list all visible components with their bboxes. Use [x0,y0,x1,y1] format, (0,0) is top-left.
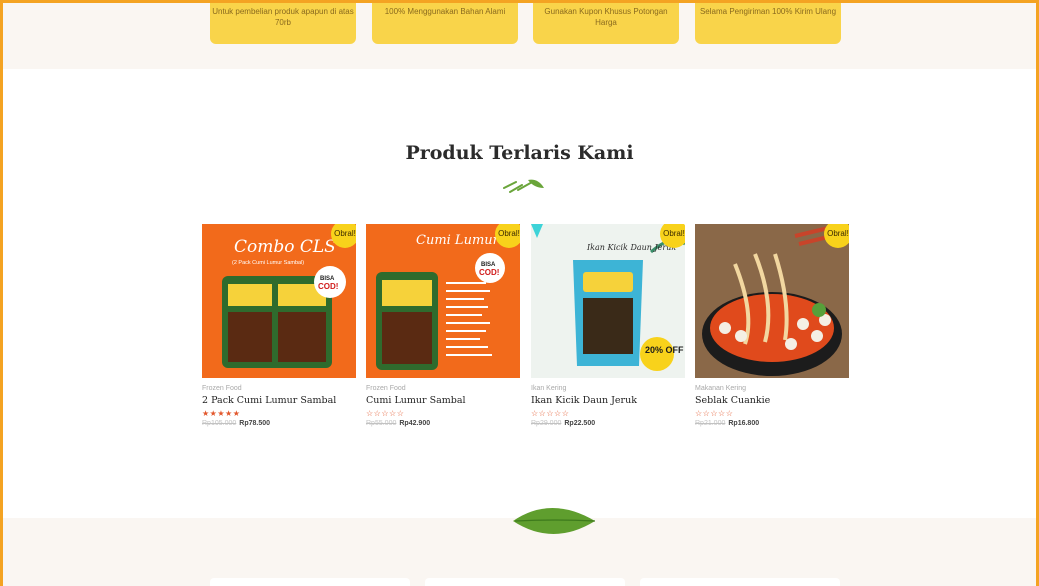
old-price: Rp55.000 [366,420,397,427]
product-photo: Combo CLS (2 Pack Cumi Lumur Sambal) BIS… [222,237,346,368]
svg-text:COD!: COD! [479,268,499,277]
product-rating-stars: ☆☆☆☆☆ [366,409,405,418]
old-price: Rp105.000 [202,420,237,427]
old-price: Rp21.000 [695,420,726,427]
product-category[interactable]: Frozen Food [202,385,356,392]
feature-box-free-shipping: Untuk pembelian produk apapun di atas 70… [210,3,356,44]
product-name[interactable]: Ikan Kicik Daun Jeruk [531,395,685,406]
old-price: Rp29.000 [531,420,562,427]
product-price: Rp29.000 Rp22.500 [531,420,685,427]
product-category[interactable]: Frozen Food [366,385,520,392]
sale-badge: Obral! [824,224,849,248]
features-band [3,3,1036,69]
product-photo: Cumi Lumur Sambal BISA COD! [376,233,520,370]
image-subline: (2 Pack Cumi Lumur Sambal) [232,260,304,266]
product-name[interactable]: 2 Pack Cumi Lumur Sambal [202,395,356,406]
sale-price: Rp78.500 [239,420,271,427]
product-rating-stars: ☆☆☆☆☆ [531,409,570,418]
product-card[interactable]: Combo CLS (2 Pack Cumi Lumur Sambal) BIS… [202,224,356,427]
feature-box-guarantee: Selama Pengiriman 100% Kirim Ulang [695,3,841,44]
section-title: Produk Terlaris Kami [405,142,634,164]
product-price: Rp105.000 Rp78.500 [202,420,356,427]
sale-badge: Obral! [660,224,685,248]
product-price: Rp21.000 Rp16.800 [695,420,849,427]
product-name[interactable]: Cumi Lumur Sambal [366,395,520,406]
testimonial-card [210,578,410,586]
feature-box-natural: 100% Menggunakan Bahan Alami [372,3,518,44]
feature-text: Untuk pembelian produk apapun di atas 70… [212,7,354,27]
product-image[interactable]: Cumi Lumur Sambal BISA COD! Obral! [366,224,520,378]
product-image[interactable]: Ikan Kicik Daun Jeruk 20% OFF Obral! [531,224,685,378]
feature-box-coupon: Gunakan Kupon Khusus Potongan Harga [533,3,679,44]
svg-text:COD!: COD! [318,282,338,291]
sale-badge: Obral! [331,224,356,248]
feature-text: 100% Menggunakan Bahan Alami [384,7,506,16]
product-photo [695,224,849,378]
testimonial-card [640,578,840,586]
sale-badge: Obral! [495,224,520,248]
product-category[interactable]: Ikan Kering [531,385,685,392]
product-price: Rp55.000 Rp42.900 [366,420,520,427]
image-headline: Combo CLS [234,237,336,257]
feature-text: Gunakan Kupon Khusus Potongan Harga [544,7,668,27]
leaf-divider-icon [503,179,544,193]
basil-leaf-icon [513,508,596,534]
product-rating-stars: ★★★★★ [202,409,241,418]
testimonial-card [425,578,625,586]
product-rating-stars: ☆☆☆☆☆ [695,409,734,418]
product-category[interactable]: Makanan Kering [695,385,849,392]
sale-price: Rp16.800 [728,420,760,427]
product-card[interactable]: Obral! Makanan Kering Seblak Cuankie ☆☆☆… [695,224,849,427]
product-image[interactable]: Combo CLS (2 Pack Cumi Lumur Sambal) BIS… [202,224,356,378]
sale-price: Rp42.900 [399,420,431,427]
image-discount: 20% OFF [645,345,684,355]
image-headline: Ikan Kicik Daun Jeruk [586,243,676,252]
feature-text: Selama Pengiriman 100% Kirim Ulang [699,7,837,16]
sale-price: Rp22.500 [564,420,596,427]
product-image[interactable]: Obral! [695,224,849,378]
product-name[interactable]: Seblak Cuankie [695,395,849,406]
product-card[interactable]: Cumi Lumur Sambal BISA COD! Obral! Froze… [366,224,520,427]
product-photo: Ikan Kicik Daun Jeruk 20% OFF [531,224,685,371]
product-card[interactable]: Ikan Kicik Daun Jeruk 20% OFF Obral! Ika… [531,224,685,427]
